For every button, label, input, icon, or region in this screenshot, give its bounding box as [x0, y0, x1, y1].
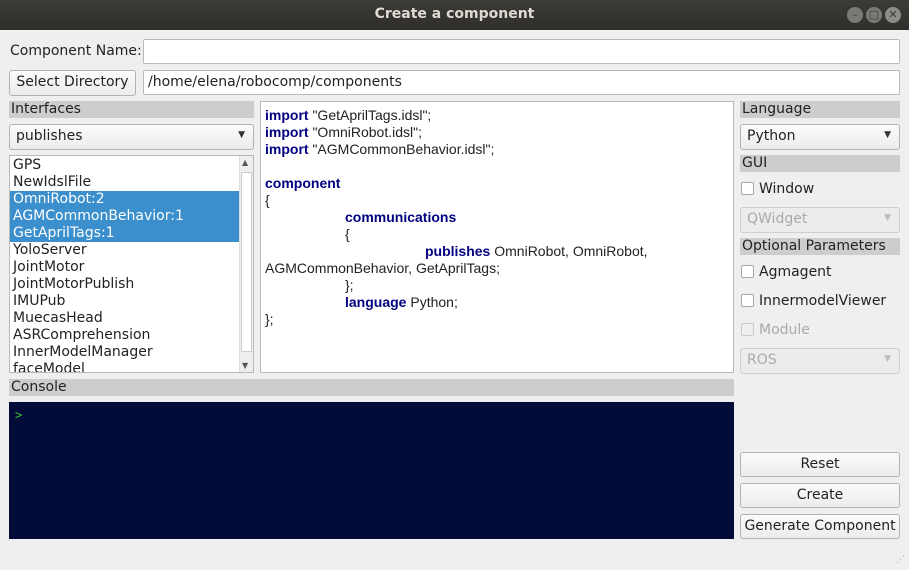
chevron-down-icon: ▼: [884, 213, 891, 223]
chevron-down-icon: ▼: [238, 130, 245, 140]
window-title: Create a component: [374, 6, 535, 22]
innermodelviewer-label: InnermodelViewer: [759, 293, 887, 309]
import-keyword: import: [265, 124, 309, 140]
interface-list-item[interactable]: MuecasHead: [10, 310, 239, 327]
component-name-input[interactable]: [143, 39, 900, 64]
import-line-1: "GetAprilTags.idsl";: [312, 107, 432, 123]
import-line-2: "OmniRobot.idsl";: [312, 124, 422, 140]
language-value: Python: [747, 128, 796, 144]
agmagent-label: Agmagent: [759, 264, 832, 280]
communications-keyword: communications: [345, 209, 457, 225]
interface-list-item[interactable]: faceModel: [10, 361, 239, 372]
resize-grip-icon[interactable]: ⋰: [896, 556, 905, 565]
chevron-down-icon: ▼: [884, 354, 891, 364]
module-value: ROS: [747, 352, 777, 368]
gui-widget-dropdown: QWidget ▼: [740, 207, 900, 233]
interfaces-mode-value: publishes: [16, 128, 83, 144]
chevron-down-icon: ▼: [884, 130, 891, 140]
select-directory-button[interactable]: Select Directory: [9, 70, 136, 96]
gui-header: GUI: [740, 155, 900, 172]
inner-close-brace: };: [345, 277, 354, 293]
gui-widget-value: QWidget: [747, 211, 808, 227]
interface-list-item[interactable]: GetAprilTags:1: [10, 225, 239, 242]
module-label: Module: [759, 322, 810, 338]
import-keyword: import: [265, 141, 309, 157]
code-editor[interactable]: import "GetAprilTags.idsl"; import "Omni…: [260, 101, 734, 373]
interfaces-list[interactable]: GPS NewIdslFile OmniRobot:2 AGMCommonBehavi…: [9, 155, 254, 373]
directory-path-input[interactable]: /home/elena/robocomp/components: [143, 70, 900, 95]
maximize-icon[interactable]: □: [866, 7, 882, 23]
console-prompt: >: [15, 408, 23, 422]
interface-list-item[interactable]: OmniRobot:2: [10, 191, 239, 208]
module-checkbox: [741, 323, 754, 336]
console-header: Console: [9, 379, 734, 396]
interfaces-scrollbar[interactable]: ▲ ▼: [239, 156, 253, 372]
reset-button[interactable]: Reset: [740, 452, 900, 477]
language-dropdown[interactable]: Python ▼: [740, 124, 900, 150]
close-brace: };: [265, 311, 274, 327]
import-keyword: import: [265, 107, 309, 123]
create-button[interactable]: Create: [740, 483, 900, 508]
generate-component-button[interactable]: Generate Component: [740, 514, 900, 539]
console-output[interactable]: >: [9, 402, 734, 539]
language-value-code: Python;: [410, 294, 458, 310]
scroll-up-icon[interactable]: ▲: [242, 158, 248, 167]
close-icon[interactable]: ✕: [885, 7, 901, 23]
module-dropdown: ROS ▼: [740, 348, 900, 374]
interface-list-item[interactable]: NewIdslFile: [10, 174, 239, 191]
innermodelviewer-checkbox[interactable]: [741, 294, 754, 307]
optional-parameters-header: Optional Parameters: [740, 238, 900, 255]
agmagent-checkbox[interactable]: [741, 265, 754, 278]
language-keyword: language: [345, 294, 407, 310]
publishes-list-2: AGMCommonBehavior, GetAprilTags;: [265, 260, 500, 276]
inner-open-brace: {: [345, 226, 350, 242]
interface-list-item[interactable]: GPS: [10, 157, 239, 174]
publishes-list-1: OmniRobot, OmniRobot,: [494, 243, 648, 259]
window-checkbox-label: Window: [759, 181, 815, 197]
component-keyword: component: [265, 175, 341, 191]
interface-list-item[interactable]: IMUPub: [10, 293, 239, 310]
language-header: Language: [740, 101, 900, 118]
minimize-icon[interactable]: –: [847, 7, 863, 23]
interface-list-item[interactable]: JointMotorPublish: [10, 276, 239, 293]
interfaces-header: Interfaces: [9, 101, 254, 118]
interface-list-item[interactable]: YoloServer: [10, 242, 239, 259]
scroll-down-icon[interactable]: ▼: [242, 361, 248, 370]
interface-list-item[interactable]: AGMCommonBehavior:1: [10, 208, 239, 225]
interface-list-item[interactable]: InnerModelManager: [10, 344, 239, 361]
publishes-keyword: publishes: [425, 243, 491, 259]
open-brace: {: [265, 192, 270, 208]
scrollbar-thumb[interactable]: [241, 172, 252, 352]
window-checkbox[interactable]: [741, 182, 754, 195]
interface-list-item[interactable]: JointMotor: [10, 259, 239, 276]
title-bar: Create a component – □ ✕: [0, 0, 909, 30]
directory-path-value: /home/elena/robocomp/components: [148, 74, 402, 90]
component-name-label: Component Name:: [10, 43, 142, 59]
interfaces-mode-dropdown[interactable]: publishes ▼: [9, 124, 254, 150]
interface-list-item[interactable]: ASRComprehension: [10, 327, 239, 344]
import-line-3: "AGMCommonBehavior.idsl";: [312, 141, 495, 157]
